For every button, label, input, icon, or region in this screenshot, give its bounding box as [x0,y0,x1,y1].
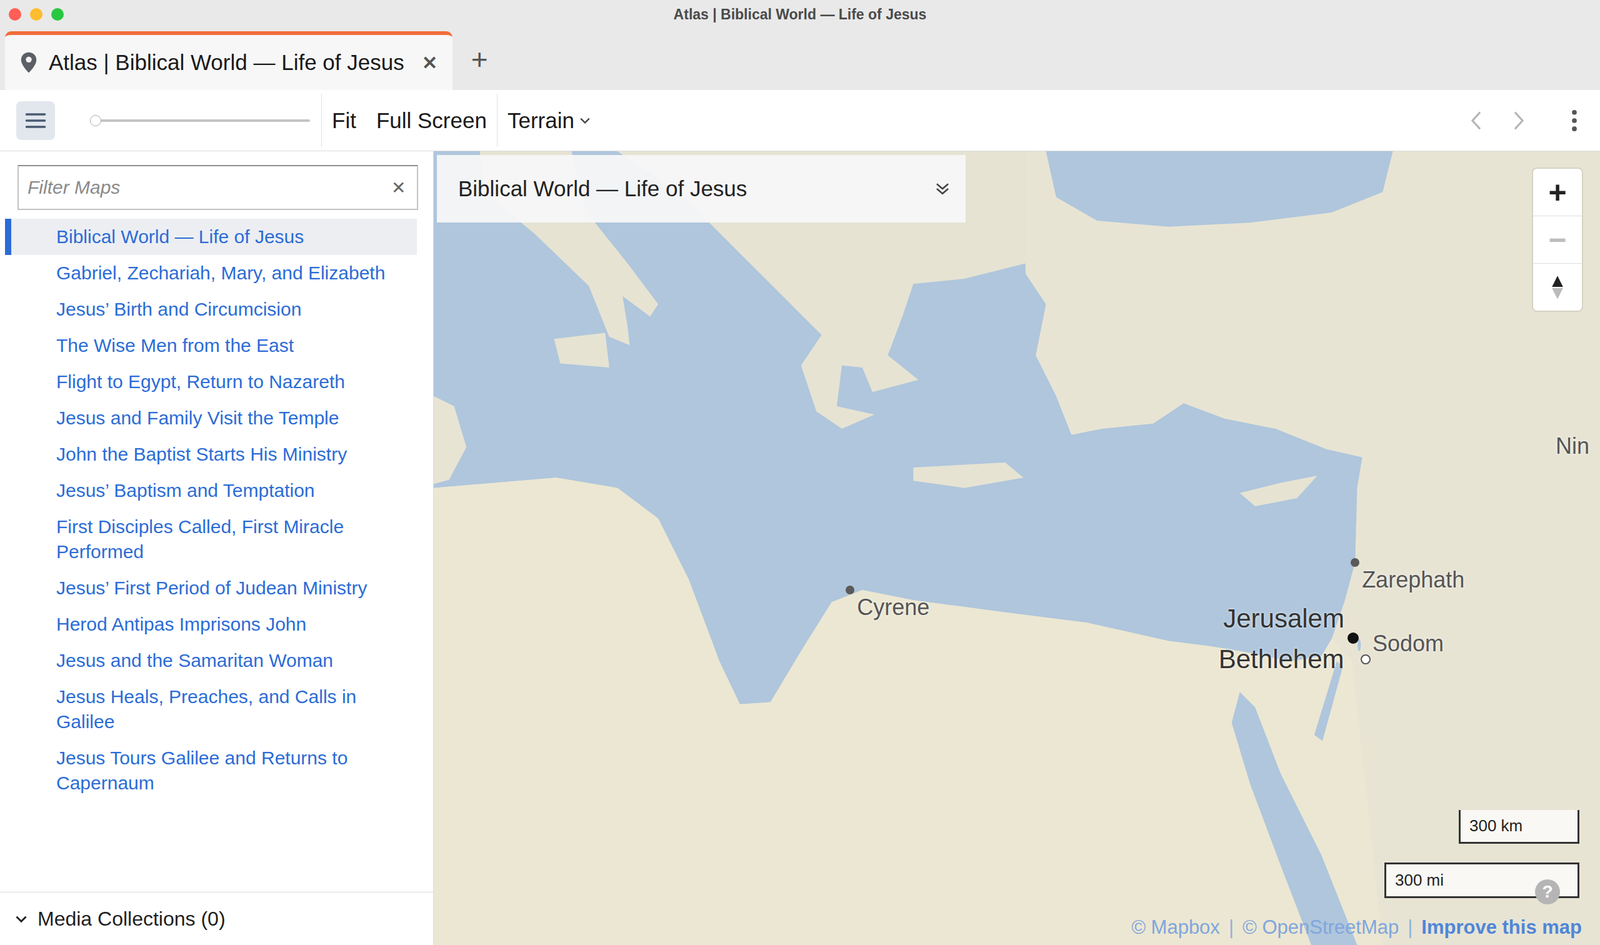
attribution-link[interactable]: Improve this map [1421,916,1582,939]
attribution-separator: | [1407,916,1413,939]
terrain-map [433,151,1600,945]
compass-button[interactable] [1533,263,1582,311]
map-list-item[interactable]: Jesus Tours Galilee and Returns to Caper… [5,740,417,802]
zoom-window-button[interactable] [51,8,64,21]
double-chevron-icon [934,180,951,197]
filter-field[interactable]: Filter Maps ✕ [17,165,419,210]
more-options-icon[interactable] [1571,109,1578,132]
back-arrow-icon[interactable] [1470,110,1483,132]
filter-placeholder: Filter Maps [27,176,120,199]
media-collections-label: Media Collections (0) [37,907,226,931]
sidebar: Filter Maps ✕ Biblical World — Life of Jes… [0,151,434,945]
zoom-slider[interactable] [90,113,310,129]
crete [913,462,1024,489]
place-label: Sodom [1372,630,1444,658]
close-window-button[interactable] [8,8,22,21]
toolbar-button[interactable]: Fit [321,108,367,134]
zoom-controls: +− [1533,168,1582,311]
place-label: Jerusalem [1223,603,1345,635]
layer-dropdown[interactable]: Terrain [497,108,601,134]
africa-shore [433,477,1383,945]
compass-icon [1550,275,1565,300]
hamburger-icon [24,111,47,130]
atlas-window: Atlas | Biblical World — Life of JesusAt… [0,0,1600,945]
attribution-separator: | [1228,916,1234,939]
map-list-item[interactable]: Flight to Egypt, Return to Nazareth [5,363,417,400]
map-list-item[interactable]: Jesus’ Birth and Circumcision [5,291,417,328]
window-title: Atlas | Biblical World — Life of Jesus [673,6,927,24]
help-button[interactable]: ? [1535,879,1560,905]
new-tab-button[interactable]: + [452,45,507,74]
place-label: Bethlehem [1218,643,1345,675]
map-list-item[interactable]: Biblical World — Life of Jesus [5,218,417,255]
map-list-item[interactable]: Jesus and the Samaritan Woman [5,642,417,679]
map-list-item[interactable]: Jesus and Family Visit the Temple [5,400,417,437]
place-label: Cyrene [856,593,930,622]
map-list-item[interactable]: Gabriel, Zechariah, Mary, and Elizabeth [5,255,417,292]
map-list-item[interactable]: The Wise Men from the East [5,327,417,364]
place-dot [1347,632,1359,644]
map-list-item[interactable]: First Disciples Called, First Miracle Pe… [5,508,417,570]
separator [321,93,322,147]
place-dot [1350,558,1360,567]
black-sea [1046,151,1394,227]
separator [496,93,498,147]
place-label: Zarephath [1361,566,1465,594]
layer-label: Terrain [507,108,575,134]
tab-bar: Atlas | Biblical World — Life of Jesus ✕ + [0,28,1600,90]
media-collections[interactable]: Media Collections (0) [0,891,434,945]
cyprus [1240,475,1318,507]
scale-bar: 300 km [1458,810,1580,844]
zoom-out-button[interactable]: − [1533,216,1582,264]
sicily [554,333,610,369]
sidebar-toggle-button[interactable] [16,101,55,140]
main-area: Filter Maps ✕ Biblical World — Life of Jes… [0,151,1600,945]
tunisia [433,396,467,484]
tab-label: Atlas | Biblical World — Life of Jesus [48,50,405,75]
map-title: Biblical World — Life of Jesus [458,176,747,202]
attribution: © Mapbox | © OpenStreetMap | Improve this ma… [1131,916,1582,939]
map-list-item[interactable]: Jesus’ First Period of Judean Ministry [5,570,417,607]
forward-arrow-icon[interactable] [1512,110,1525,132]
tab[interactable]: Atlas | Biblical World — Life of Jesus ✕ [5,31,453,90]
map-view[interactable]: Cyrene Zarephath Jerusalem Bethlehem Sodom Ni… [433,151,1600,945]
tab-close-button[interactable]: ✕ [421,51,438,74]
toolbar-button[interactable]: Full Screen [366,108,497,134]
red-sea [1231,691,1358,945]
filter-clear-button[interactable]: ✕ [391,177,406,199]
place-label: Nin [1555,432,1590,460]
map-selector[interactable]: Biblical World — Life of Jesus [436,155,966,223]
map-list-item[interactable]: John the Baptist Starts His Ministry [5,436,417,473]
map-list-item[interactable]: Jesus’ Baptism and Temptation [5,472,417,509]
attribution-link[interactable]: © OpenStreetMap [1242,916,1399,939]
place-dot [1360,654,1371,665]
chevron-icon [15,915,28,924]
map-list-item[interactable]: Jesus Heals, Preaches, and Calls in Gali… [5,678,417,740]
toolbar: FitFull Screen Terrain [0,90,1600,152]
zoom-in-button[interactable]: + [1533,168,1582,217]
map-pin-icon [20,51,38,74]
caret-down-icon [579,116,591,125]
attribution-link[interactable]: © Mapbox [1131,916,1220,939]
window-controls [0,8,674,21]
map-list-item[interactable]: Herod Antipas Imprisons John [5,606,417,643]
slider-track [90,119,310,122]
title-bar: Atlas | Biblical World — Life of Jesus [0,0,1600,29]
minimize-window-button[interactable] [30,8,43,21]
slider-thumb[interactable] [90,115,102,127]
map-list: Biblical World — Life of JesusGabriel, Z… [0,218,434,892]
place-dot [845,585,855,595]
